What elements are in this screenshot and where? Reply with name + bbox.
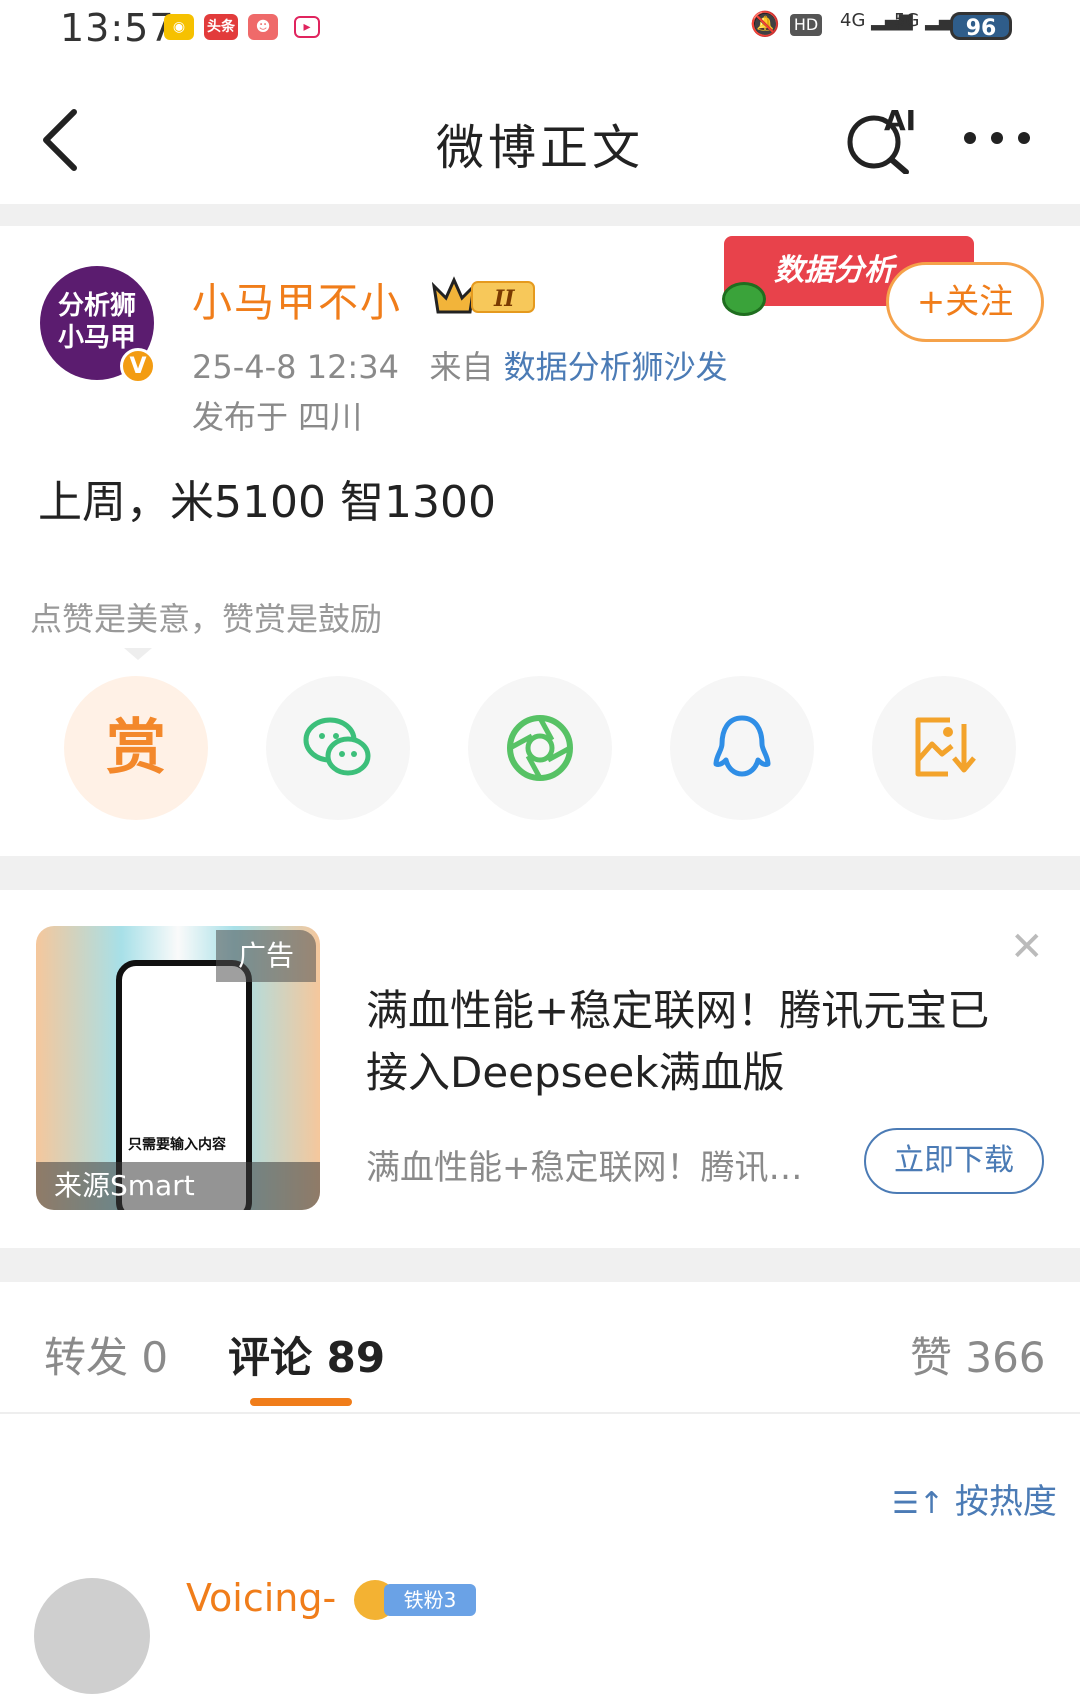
section-divider bbox=[0, 856, 1080, 890]
commenter-name[interactable]: Voicing- bbox=[186, 1576, 336, 1620]
sort-toggle[interactable]: ☰↑ 按热度 bbox=[892, 1474, 1057, 1523]
post-content: 上周，米5100 智1300 bbox=[38, 477, 496, 528]
ad-image-caption: 只需要输入内容 bbox=[128, 1134, 226, 1154]
section-divider bbox=[0, 1248, 1080, 1282]
ai-search-button[interactable]: AI bbox=[844, 104, 916, 175]
fan-badge-label: 铁粉3 bbox=[384, 1584, 476, 1616]
wechat-icon bbox=[303, 717, 371, 776]
share-wechat-button[interactable] bbox=[266, 676, 410, 820]
mute-icon: 🔕 bbox=[750, 10, 780, 38]
page-title: 微博正文 bbox=[435, 120, 644, 176]
hd-icon: HD bbox=[790, 14, 822, 36]
ad-description: 满血性能+稳定联网！腾讯… bbox=[366, 1148, 803, 1188]
sort-label: 按热度 bbox=[954, 1482, 1057, 1522]
watermelon-icon bbox=[722, 282, 766, 316]
post-source-link[interactable]: 数据分析狮沙发 bbox=[504, 348, 728, 386]
weibo-icon: ◉ bbox=[164, 14, 194, 40]
ad-download-button[interactable]: 立即下载 bbox=[864, 1128, 1044, 1194]
ad-tag: 广告 bbox=[216, 930, 316, 982]
tab-comments[interactable]: 评论 89 bbox=[228, 1324, 385, 1385]
qq-icon bbox=[713, 715, 771, 777]
hint-pointer bbox=[124, 648, 152, 660]
sort-icon: ☰↑ bbox=[892, 1486, 945, 1521]
avatar-text: 分析狮 bbox=[57, 291, 136, 321]
ai-search-icon: AI bbox=[847, 104, 916, 175]
share-moments-button[interactable] bbox=[468, 676, 612, 820]
post-meta: 25-4-8 12:34 来自 数据分析狮沙发 bbox=[192, 342, 728, 388]
tab-divider bbox=[0, 1412, 1080, 1414]
fan-badge: 铁粉3 bbox=[354, 1580, 476, 1620]
post-location: 发布于 四川 bbox=[192, 398, 363, 436]
video-icon: ▸ bbox=[294, 16, 320, 38]
follow-button[interactable]: +关注 bbox=[886, 262, 1044, 342]
svg-text:AI: AI bbox=[884, 104, 914, 137]
save-image-button[interactable] bbox=[872, 676, 1016, 820]
author-name[interactable]: 小马甲不小 bbox=[192, 270, 402, 328]
battery-indicator: 96 bbox=[950, 12, 1012, 41]
tab-likes[interactable]: 赞 366 bbox=[910, 1324, 1046, 1385]
toutiao-icon: 头条 bbox=[204, 14, 238, 40]
reward-button[interactable]: 赏 bbox=[64, 676, 208, 820]
tab-repost[interactable]: 转发 0 bbox=[44, 1324, 168, 1385]
save-image-icon bbox=[915, 717, 976, 777]
verified-badge-icon: V bbox=[120, 348, 156, 384]
section-divider bbox=[0, 204, 1080, 226]
more-button[interactable] bbox=[962, 130, 1032, 150]
status-time: 13:57 bbox=[60, 6, 175, 50]
ad-source: 来源Smart bbox=[36, 1162, 320, 1210]
source-prefix: 来自 bbox=[429, 348, 494, 386]
game-icon: ☻ bbox=[248, 14, 278, 40]
more-dots-icon bbox=[964, 132, 1030, 144]
close-icon[interactable]: ✕ bbox=[1010, 924, 1044, 970]
commenter-avatar[interactable] bbox=[34, 1578, 150, 1694]
active-tab-indicator bbox=[250, 1398, 352, 1406]
ad-title[interactable]: 满血性能+稳定联网！腾讯元宝已接入Deepseek满血版 bbox=[366, 980, 1006, 1104]
crown-icon: II bbox=[431, 276, 535, 314]
member-crown-badge[interactable]: II bbox=[431, 276, 542, 316]
post-date: 25-4-8 12:34 bbox=[192, 348, 399, 386]
share-qq-button[interactable] bbox=[670, 676, 814, 820]
svg-text:II: II bbox=[493, 286, 515, 312]
moments-icon bbox=[507, 715, 573, 781]
reward-hint: 点赞是美意，赞赏是鼓励 bbox=[30, 600, 383, 638]
